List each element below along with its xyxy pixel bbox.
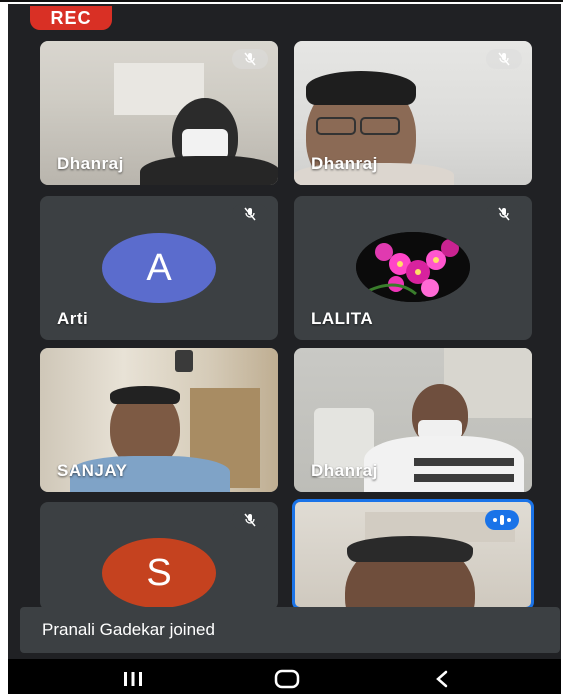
mic-off-icon (232, 510, 268, 530)
participant-name: Arti (57, 309, 89, 328)
participant-name: Dhanraj (311, 461, 378, 480)
join-notification: Pranali Gadekar joined (20, 607, 560, 653)
recording-badge: REC (30, 6, 112, 30)
mic-off-icon (232, 204, 268, 224)
participant-tile[interactable]: Dhanraj (294, 41, 532, 185)
participant-name: Dhanraj (57, 154, 124, 173)
avatar: S (102, 538, 216, 608)
recents-icon[interactable] (103, 659, 163, 694)
back-icon[interactable] (412, 659, 472, 694)
active-speaker-tile[interactable] (292, 499, 534, 610)
participant-tile[interactable]: Dhanraj (294, 348, 532, 492)
participant-tile[interactable]: A Arti (40, 196, 278, 340)
speaking-indicator-icon (485, 510, 519, 530)
system-navigation-bar (8, 659, 561, 694)
participant-tile[interactable]: Dhanraj (40, 41, 278, 185)
notification-text: Pranali Gadekar joined (42, 620, 215, 639)
participant-name: SANJAY (57, 461, 128, 480)
top-border (0, 0, 563, 2)
meeting-screen: REC Dhanraj Dhanraj A Arti LALITA SANJAY… (8, 4, 561, 694)
participant-name: Dhanraj (311, 154, 378, 173)
participant-tile[interactable]: S (40, 502, 278, 610)
participant-tile[interactable]: LALITA (294, 196, 532, 340)
participant-name: LALITA (311, 309, 374, 328)
avatar: A (102, 233, 216, 303)
mic-off-icon (486, 49, 522, 69)
participant-tile[interactable]: SANJAY (40, 348, 278, 492)
mic-off-icon (232, 49, 268, 69)
home-icon[interactable] (257, 659, 317, 694)
avatar (356, 232, 470, 302)
mic-off-icon (486, 204, 522, 224)
